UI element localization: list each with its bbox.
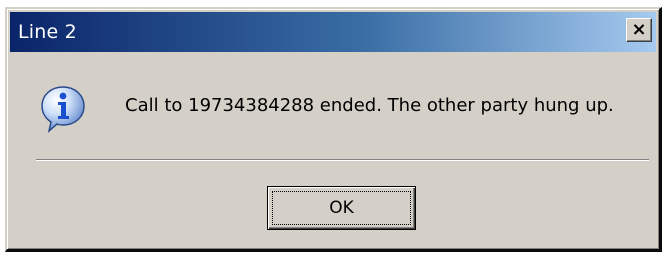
close-icon: × [631, 19, 647, 40]
title-bar[interactable]: Line 2 × [10, 12, 656, 52]
ok-button-label: OK [329, 198, 354, 218]
separator [36, 159, 649, 161]
window-title: Line 2 [18, 21, 77, 43]
ok-button[interactable]: OK [267, 186, 416, 230]
close-button[interactable]: × [626, 18, 652, 42]
message-dialog: Line 2 × Call to 19734384288 ended. The … [5, 7, 662, 252]
info-icon [41, 86, 85, 133]
dialog-message: Call to 19734384288 ended. The other par… [125, 95, 614, 116]
